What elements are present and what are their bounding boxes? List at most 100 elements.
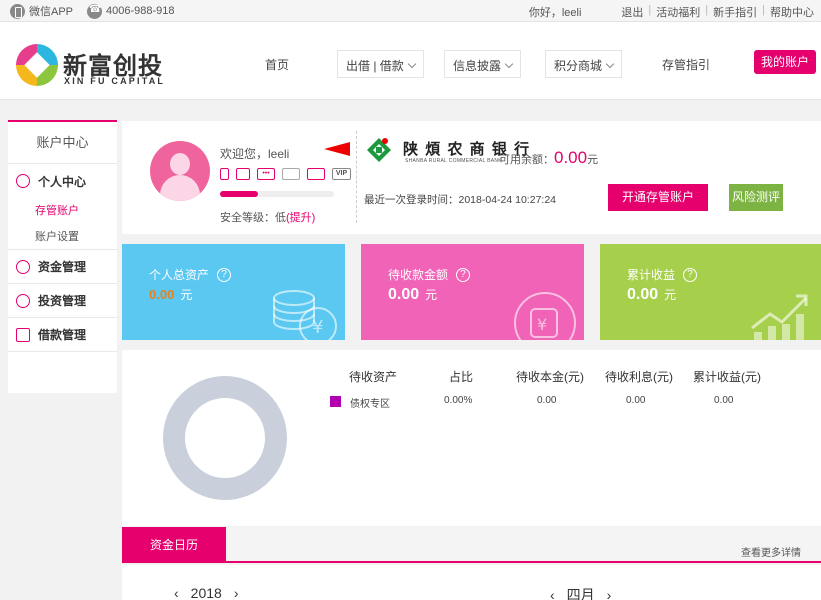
col-header-asset: 待收资产 (349, 370, 398, 384)
sidebar-item-label: 借款管理 (38, 328, 87, 342)
svg-text:¥: ¥ (537, 315, 547, 334)
divider (356, 131, 357, 223)
chevron-down-icon (504, 59, 514, 69)
available-amount: 0.00 (554, 148, 588, 167)
calendar-year: 2018 (190, 585, 222, 600)
month-selector: ‹ 四月 › (538, 585, 623, 600)
row-interest: 0.00 (626, 395, 646, 406)
growth-chart-icon (751, 294, 808, 340)
tab-fund-calendar[interactable]: 资金日历 (122, 527, 226, 563)
yuan-icon (16, 259, 30, 274)
risk-assessment-button[interactable]: 风险测评 (729, 184, 783, 211)
my-account-button[interactable]: 我的账户 (754, 50, 816, 74)
available-unit: 元 (587, 154, 599, 166)
top-utility-bar: 微信APP 4006-988-918 你好，leeli 退出| 活动福利| 新手… (0, 0, 821, 22)
beginner-guide-link[interactable]: 新手指引 (708, 4, 762, 20)
sidebar-title: 账户中心 (8, 122, 117, 164)
sidebar-item-personal-center[interactable]: 个人中心 (8, 164, 117, 198)
available-label: 可用余额： (499, 154, 554, 166)
view-more-link[interactable]: 查看更多详情 (741, 544, 801, 559)
activity-benefits-link[interactable]: 活动福利 (651, 4, 705, 20)
legend-swatch (330, 396, 341, 407)
chevron-down-icon (407, 59, 417, 69)
bank-card-icon[interactable] (282, 168, 300, 180)
welcome-text: 欢迎您，leeli (220, 147, 290, 161)
card-value: 0.00 (388, 286, 420, 303)
verification-badges: ••• VIP (220, 168, 358, 180)
wallet-icon (16, 327, 30, 342)
pointer-arrow-icon (324, 142, 350, 156)
logout-link[interactable]: 退出 (616, 4, 648, 20)
total-assets-card: 个人总资产? 0.00 元 ¥ (122, 244, 345, 340)
nav-home[interactable]: 首页 (265, 56, 289, 73)
password-icon[interactable]: ••• (257, 168, 275, 180)
help-icon[interactable]: ? (456, 267, 471, 282)
col-header-earned: 累计收益(元) (693, 370, 761, 384)
wechat-app-label: 微信APP (29, 6, 74, 18)
help-icon[interactable]: ? (683, 267, 698, 282)
card-label: 累计收益 (627, 268, 676, 282)
chevron-down-icon (605, 59, 615, 69)
nav-custody-guide[interactable]: 存管指引 (662, 56, 710, 73)
chevron-left-icon[interactable]: ‹ (174, 585, 179, 600)
chevron-right-icon[interactable]: › (234, 585, 239, 600)
sidebar-item-funds[interactable]: 资金管理 (8, 250, 117, 284)
invest-icon (16, 293, 30, 308)
sidebar-sub-custody-account[interactable]: 存管账户 (8, 198, 117, 224)
row-ratio: 0.00% (444, 395, 473, 406)
video-verify-icon[interactable] (307, 168, 325, 180)
col-header-ratio: 占比 (449, 370, 474, 384)
clock-money-icon: ¥ (514, 292, 576, 340)
security-upgrade-link[interactable]: (提升) (286, 212, 315, 224)
asset-distribution-panel: 待收资产 占比 待收本金(元) 待收利息(元) 累计收益(元) 债权专区 0.0… (122, 350, 821, 526)
security-level-info: 安全等级：低(提升) (220, 209, 315, 225)
sidebar-sub-account-settings[interactable]: 账户设置 (8, 224, 117, 250)
asset-donut-chart (163, 376, 287, 500)
sidebar-item-loans[interactable]: 借款管理 (8, 318, 117, 352)
year-selector: ‹ 2018 › (162, 585, 251, 600)
security-level-bar (220, 191, 334, 197)
nav-lend-borrow[interactable]: 出借 | 借款 (337, 50, 424, 78)
help-icon[interactable]: ? (217, 267, 232, 282)
nav-points-mall-label: 积分商城 (554, 59, 603, 73)
help-center-link[interactable]: 帮助中心 (765, 4, 819, 20)
row-asset-name: 债权专区 (350, 399, 390, 410)
card-label: 个人总资产 (149, 268, 210, 282)
card-unit: 元 (664, 288, 677, 302)
bank-logo-icon (367, 138, 391, 162)
avatar[interactable] (150, 141, 210, 201)
brand-logo[interactable] (16, 44, 58, 86)
sidebar-item-investment[interactable]: 投资管理 (8, 284, 117, 318)
row-principal: 0.00 (537, 395, 557, 406)
available-balance: 可用余额：0.00元 (499, 148, 598, 168)
col-header-interest: 待收利息(元) (605, 370, 673, 384)
nav-disclosure[interactable]: 信息披露 (444, 50, 522, 78)
phone-app-icon (10, 3, 25, 19)
card-value: 0.00 (627, 286, 659, 303)
sidebar-item-label: 个人中心 (38, 174, 87, 189)
wechat-app-link[interactable]: 微信APP (10, 3, 73, 19)
hotline-number: 4006-988-918 (106, 5, 175, 17)
fund-calendar-header: 资金日历 查看更多详情 (122, 527, 821, 563)
vip-icon[interactable]: VIP (332, 168, 351, 180)
chevron-right-icon[interactable]: › (607, 587, 612, 600)
cumulative-earnings-card: 累计收益? 0.00 元 (600, 244, 821, 340)
id-card-icon[interactable] (236, 168, 250, 180)
open-custody-account-button[interactable]: 开通存管账户 (608, 184, 708, 211)
security-level-text: 安全等级：低 (220, 212, 286, 224)
sidebar-item-label: 投资管理 (38, 294, 87, 308)
mobile-verify-icon[interactable] (220, 168, 229, 180)
bank-name-en: SHANBA RURAL COMMERCIAL BANK (405, 158, 502, 164)
receivable-amount-card: 待收款金额? 0.00 元 ¥ (361, 244, 584, 340)
account-summary-panel: 欢迎您，leeli ••• VIP 安全等级：低(提升) 陕 煩 农 商 银 行… (122, 121, 821, 234)
card-unit: 元 (180, 288, 193, 302)
nav-lend-borrow-label: 出借 | 借款 (346, 59, 404, 73)
hotline: 4006-988-918 (87, 3, 175, 19)
brand-name-en: XIN FU CAPITAL (64, 76, 166, 86)
user-greeting: 你好，leeli (528, 7, 582, 19)
fund-calendar-body: ‹ 2018 › ‹ 四月 › (122, 565, 821, 600)
card-unit: 元 (425, 288, 438, 302)
nav-points-mall[interactable]: 积分商城 (545, 50, 623, 78)
account-sidebar: 账户中心 个人中心 存管账户 账户设置 资金管理 投资管理 借款管理 (8, 120, 117, 393)
chevron-left-icon[interactable]: ‹ (550, 587, 555, 600)
